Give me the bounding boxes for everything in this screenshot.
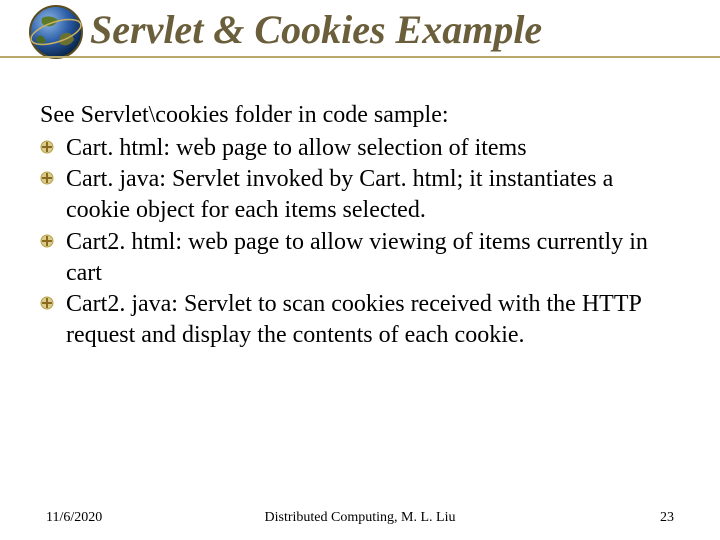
slide-title: Servlet & Cookies Example xyxy=(90,6,542,53)
footer-page-number: 23 xyxy=(660,510,674,526)
bullet-icon xyxy=(40,140,54,154)
footer-center: Distributed Computing, M. L. Liu xyxy=(265,510,456,526)
item-text: Cart2. java: Servlet to scan cookies rec… xyxy=(66,291,641,348)
footer-date: 11/6/2020 xyxy=(46,510,102,526)
list-item: Cart. java: Servlet invoked by Cart. htm… xyxy=(40,164,680,225)
bullet-list: Cart. html: web page to allow selection … xyxy=(40,133,680,351)
globe-icon xyxy=(28,4,84,60)
list-item: Cart2. html: web page to allow viewing o… xyxy=(40,227,680,288)
item-text: Cart. html: web page to allow selection … xyxy=(66,135,527,161)
intro-text: See Servlet\cookies folder in code sampl… xyxy=(40,100,680,131)
bullet-icon xyxy=(40,171,54,185)
bullet-icon xyxy=(40,234,54,248)
bullet-icon xyxy=(40,296,54,310)
slide-footer: 11/6/2020 Distributed Computing, M. L. L… xyxy=(0,510,720,526)
item-text: Cart2. html: web page to allow viewing o… xyxy=(66,229,648,286)
list-item: Cart2. java: Servlet to scan cookies rec… xyxy=(40,289,680,350)
item-text: Cart. java: Servlet invoked by Cart. htm… xyxy=(66,166,613,223)
slide-header: Servlet & Cookies Example xyxy=(0,0,720,72)
title-underline xyxy=(0,56,720,58)
list-item: Cart. html: web page to allow selection … xyxy=(40,133,680,164)
slide-content: See Servlet\cookies folder in code sampl… xyxy=(0,72,720,351)
